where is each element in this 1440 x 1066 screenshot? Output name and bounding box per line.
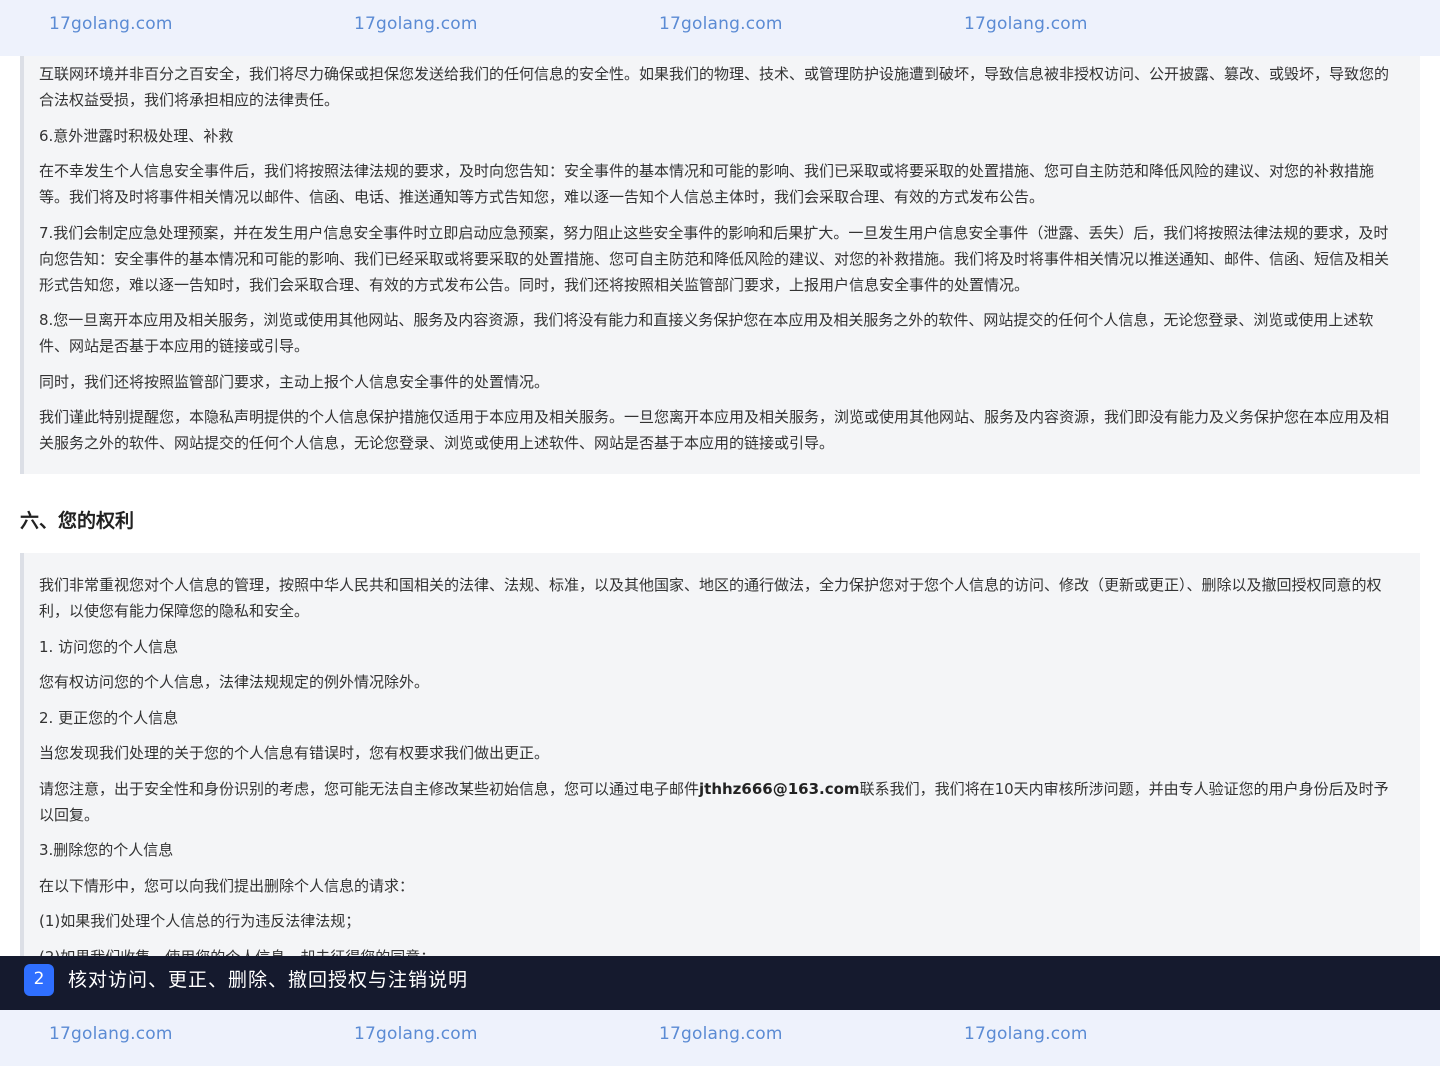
section-heading-your-rights: 六、您的权利 <box>20 510 135 532</box>
watermark-text: 17golang.com <box>354 1024 478 1044</box>
footer-caption-banner: 2 核对访问、更正、删除、撤回授权与注销说明 <box>0 956 1440 1010</box>
paragraph: 在不幸发生个人信息安全事件后，我们将按照法律法规的要求，及时向您告知：安全事件的… <box>39 162 1375 206</box>
step-number-badge: 2 <box>24 964 54 996</box>
watermark-bar-bottom: 17golang.com 17golang.com 17golang.com 1… <box>0 1010 1440 1066</box>
paragraph: 6.意外泄露时积极处理、补救 <box>39 126 234 145</box>
paragraph: 我们非常重视您对个人信息的管理，按照中华人民共和国相关的法律、法规、标准，以及其… <box>39 576 1382 620</box>
watermark-text: 17golang.com <box>659 14 783 34</box>
paragraph: (2)如果我们收集、使用您的个人信息，却未征得您的同意； <box>39 944 1400 957</box>
paragraph: 2. 更正您的个人信息 <box>39 708 179 727</box>
paragraph: 1. 访问您的个人信息 <box>39 637 179 656</box>
watermark-text: 17golang.com <box>49 1024 173 1044</box>
watermark-text: 17golang.com <box>354 14 478 34</box>
paragraph: 7.我们会制定应急处理预案，并在发生用户信息安全事件时立即启动应急预案，努力阻止… <box>39 223 1390 294</box>
watermark-text: 17golang.com <box>964 1024 1088 1044</box>
paragraph: 您有权访问您的个人信息，法律法规规定的例外情况除外。 <box>39 673 430 691</box>
paragraph: 互联网环境并非百分之百安全，我们将尽力确保或担保您发送给我们的任何信息的安全性。… <box>39 65 1390 109</box>
paragraph: 同时，我们还将按照监管部门要求，主动上报个人信息安全事件的处置情况。 <box>39 372 550 391</box>
watermark-text: 17golang.com <box>659 1024 783 1044</box>
text: 请您注意，出于安全性和身份识别的考虑，您可能无法自主修改某些初始信息，您可以通过… <box>39 779 700 798</box>
contact-email: jthhz666@163.com <box>699 779 860 798</box>
paragraph: 我们谨此特别提醒您，本隐私声明提供的个人信息保护措施仅适用于本应用及相关服务。一… <box>39 408 1390 452</box>
your-rights-quote: 我们非常重视您对个人信息的管理，按照中华人民共和国相关的法律、法规、标准，以及其… <box>20 553 1420 956</box>
watermark-text: 17golang.com <box>49 14 173 34</box>
paragraph: (1)如果我们处理个人信总的行为违反法律法规； <box>39 912 361 930</box>
footer-caption-title: 核对访问、更正、删除、撤回授权与注销说明 <box>68 969 469 991</box>
paragraph: 当您发现我们处理的关于您的个人信息有错误时，您有权要求我们做出更正。 <box>39 744 550 762</box>
paragraph: 在以下情形中，您可以向我们提出删除个人信息的请求： <box>39 876 415 895</box>
paragraph: 3.删除您的个人信息 <box>39 841 174 859</box>
security-incident-quote: 互联网环境并非百分之百安全，我们将尽力确保或担保您发送给我们的任何信息的安全性。… <box>20 56 1420 474</box>
paragraph-with-email: 请您注意，出于安全性和身份识别的考虑，您可能无法自主修改某些初始信息，您可以通过… <box>39 776 1400 828</box>
paragraph: 8.您一旦离开本应用及相关服务，浏览或使用其他网站、服务及内容资源，我们将没有能… <box>39 311 1374 355</box>
watermark-bar-top: 17golang.com 17golang.com 17golang.com 1… <box>0 0 1440 56</box>
watermark-text: 17golang.com <box>964 14 1088 34</box>
